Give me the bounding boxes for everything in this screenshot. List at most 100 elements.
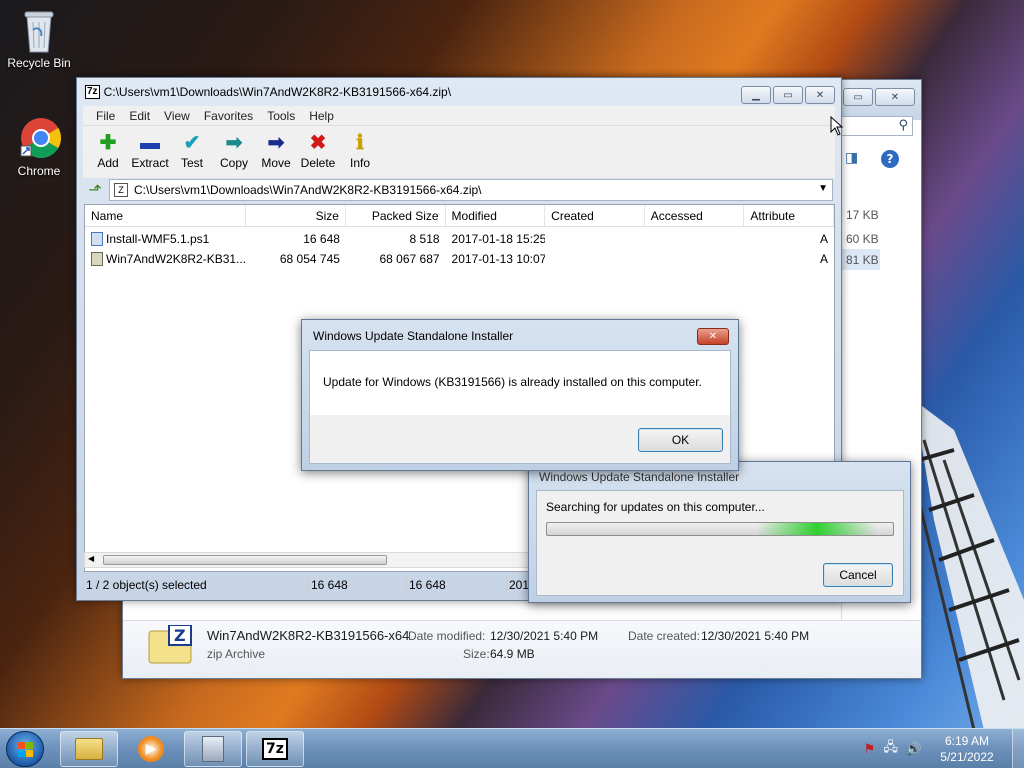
file-size: 68 054 745 [279,252,340,266]
clock-time: 6:19 AM [944,734,990,748]
file-modified: 2017-01-18 15:25 [451,232,546,246]
file-name: Win7AndW2K8R2-KB31... [106,251,247,266]
column-header-name[interactable]: Name [85,205,247,226]
folder-icon [75,738,103,760]
horizontal-scrollbar[interactable]: ◀ [84,552,544,568]
menu-tools[interactable]: Tools [260,109,302,123]
help-icon[interactable]: ? [881,150,899,168]
action-center-flag-icon[interactable]: ⚑ [864,741,876,757]
dialog-title: Windows Update Standalone Installer [313,329,514,343]
file-packed-size: 8 518 [409,232,440,246]
size-cell: 81 KB [842,249,880,270]
desktop-icon-recycle-bin[interactable]: Recycle Bin [4,8,74,70]
date-modified-label: Date modified: [408,629,486,643]
installer-icon [202,736,224,762]
size-cell: 60 KB [846,232,879,246]
info-button[interactable]: ℹ Info [339,126,381,170]
cancel-button[interactable]: Cancel [823,563,893,587]
column-header-modified[interactable]: Modified [446,205,546,226]
ok-button[interactable]: OK [638,428,723,452]
folder-path-icon: Z [114,183,128,197]
copy-icon: ➡ [225,132,243,154]
taskbar-installer-button[interactable] [184,731,242,767]
system-tray: ⚑ 🖧 🔊 6:19 AM 5/21/2022 [864,729,1024,768]
address-value: C:\Users\vm1\Downloads\Win7AndW2K8R2-KB3… [134,183,482,197]
close-button[interactable]: ✕ [805,86,835,104]
chrome-icon [19,116,61,160]
move-button[interactable]: ➡ Move [255,126,297,170]
search-progress-bar [546,522,894,536]
date-modified-value: 12/30/2021 5:40 PM [490,629,599,643]
search-icon: ⚲ [898,118,908,133]
desktop-icon-label: Recycle Bin [7,56,71,70]
menu-view[interactable]: View [157,109,197,123]
file-modified: 2017-01-13 10:07 [451,252,546,266]
script-file-icon [91,232,103,247]
title-bar[interactable]: 7z C:\Users\vm1\Downloads\Win7AndW2K8R2-… [77,78,841,106]
details-pane: Z Win7AndW2K8R2-KB3191566-x64 zip Archiv… [123,620,921,678]
extract-icon: ▬ [140,132,160,154]
up-folder-icon[interactable]: ⬏ [85,180,105,200]
start-orb-icon[interactable] [6,731,44,767]
search-message: Searching for updates on this computer..… [546,500,765,514]
size-cell: 17 KB [846,208,879,222]
preview-pane-icon[interactable]: ◨ [845,150,858,166]
taskbar: ▶ 7z ⚑ 🖧 🔊 6:19 AM 5/21/2022 [0,728,1024,768]
date-created-label: Date created: [628,629,701,643]
column-header-size[interactable]: Size [246,205,346,226]
menu-favorites[interactable]: Favorites [197,109,260,123]
desktop-icon-chrome[interactable]: Chrome [4,116,74,178]
taskbar-media-player-button[interactable]: ▶ [122,731,180,767]
already-installed-dialog[interactable]: Windows Update Standalone Installer ✕ Up… [301,319,739,471]
copy-button[interactable]: ➡ Copy [213,126,255,170]
desktop-icon-label: Chrome [17,164,61,178]
menu-file[interactable]: File [89,109,122,123]
minimize-button[interactable]: ▁ [741,86,771,104]
maximize-button[interactable]: ▭ [773,86,803,104]
extract-button[interactable]: ▬ Extract [129,126,171,170]
column-header-created[interactable]: Created [545,205,645,226]
test-icon: ✔ [183,132,201,154]
add-icon: ✚ [99,132,117,154]
volume-icon[interactable]: 🔊 [906,741,922,757]
recycle-bin-icon [19,8,59,53]
media-player-icon: ▶ [138,736,164,762]
move-icon: ➡ [267,132,285,154]
search-box[interactable]: ⚲ [841,116,913,136]
clock[interactable]: 6:19 AM 5/21/2022 [936,733,998,765]
scroll-thumb[interactable] [103,555,387,565]
menu-help[interactable]: Help [302,109,341,123]
close-button[interactable]: ✕ [875,88,915,106]
address-input[interactable]: Z C:\Users\vm1\Downloads\Win7AndW2K8R2-K… [109,179,833,201]
maximize-button[interactable]: ▭ [843,88,873,106]
delete-button[interactable]: ✖ Delete [297,126,339,170]
close-button[interactable]: ✕ [697,328,729,345]
add-button[interactable]: ✚ Add [87,126,129,170]
table-row[interactable]: Win7AndW2K8R2-KB31... 68 054 745 68 067 … [85,249,834,269]
taskbar-7zip-button[interactable]: 7z [246,731,304,767]
table-row[interactable]: Install-WMF5.1.ps1 16 648 8 518 2017-01-… [85,229,834,249]
file-attribute: A [820,232,829,246]
details-file-name: Win7AndW2K8R2-KB3191566-x64 [207,628,410,643]
searching-dialog[interactable]: Windows Update Standalone Installer Sear… [528,461,911,603]
scroll-left-icon[interactable]: ◀ [88,554,94,563]
file-attribute: A [820,252,829,266]
size-value: 64.9 MB [490,647,535,661]
menu-bar: File Edit View Favorites Tools Help [83,106,835,126]
show-desktop-button[interactable] [1012,729,1024,768]
column-header-packed-size[interactable]: Packed Size [346,205,446,226]
network-icon[interactable]: 🖧 [883,738,898,760]
test-button[interactable]: ✔ Test [171,126,213,170]
file-name: Install-WMF5.1.ps1 [106,231,210,246]
column-header-accessed[interactable]: Accessed [645,205,745,226]
7zip-icon: 7z [262,738,288,760]
menu-edit[interactable]: Edit [122,109,157,123]
svg-text:Z: Z [174,626,186,645]
mouse-cursor-icon [830,116,844,136]
info-icon: ℹ [356,132,364,154]
column-header-attribute[interactable]: Attribute [744,205,834,226]
7zip-app-icon: 7z [85,85,100,99]
dropdown-arrow-icon[interactable]: ▼ [818,183,828,194]
taskbar-explorer-button[interactable] [60,731,118,767]
address-bar: ⬏ Z C:\Users\vm1\Downloads\Win7AndW2K8R2… [83,178,835,202]
